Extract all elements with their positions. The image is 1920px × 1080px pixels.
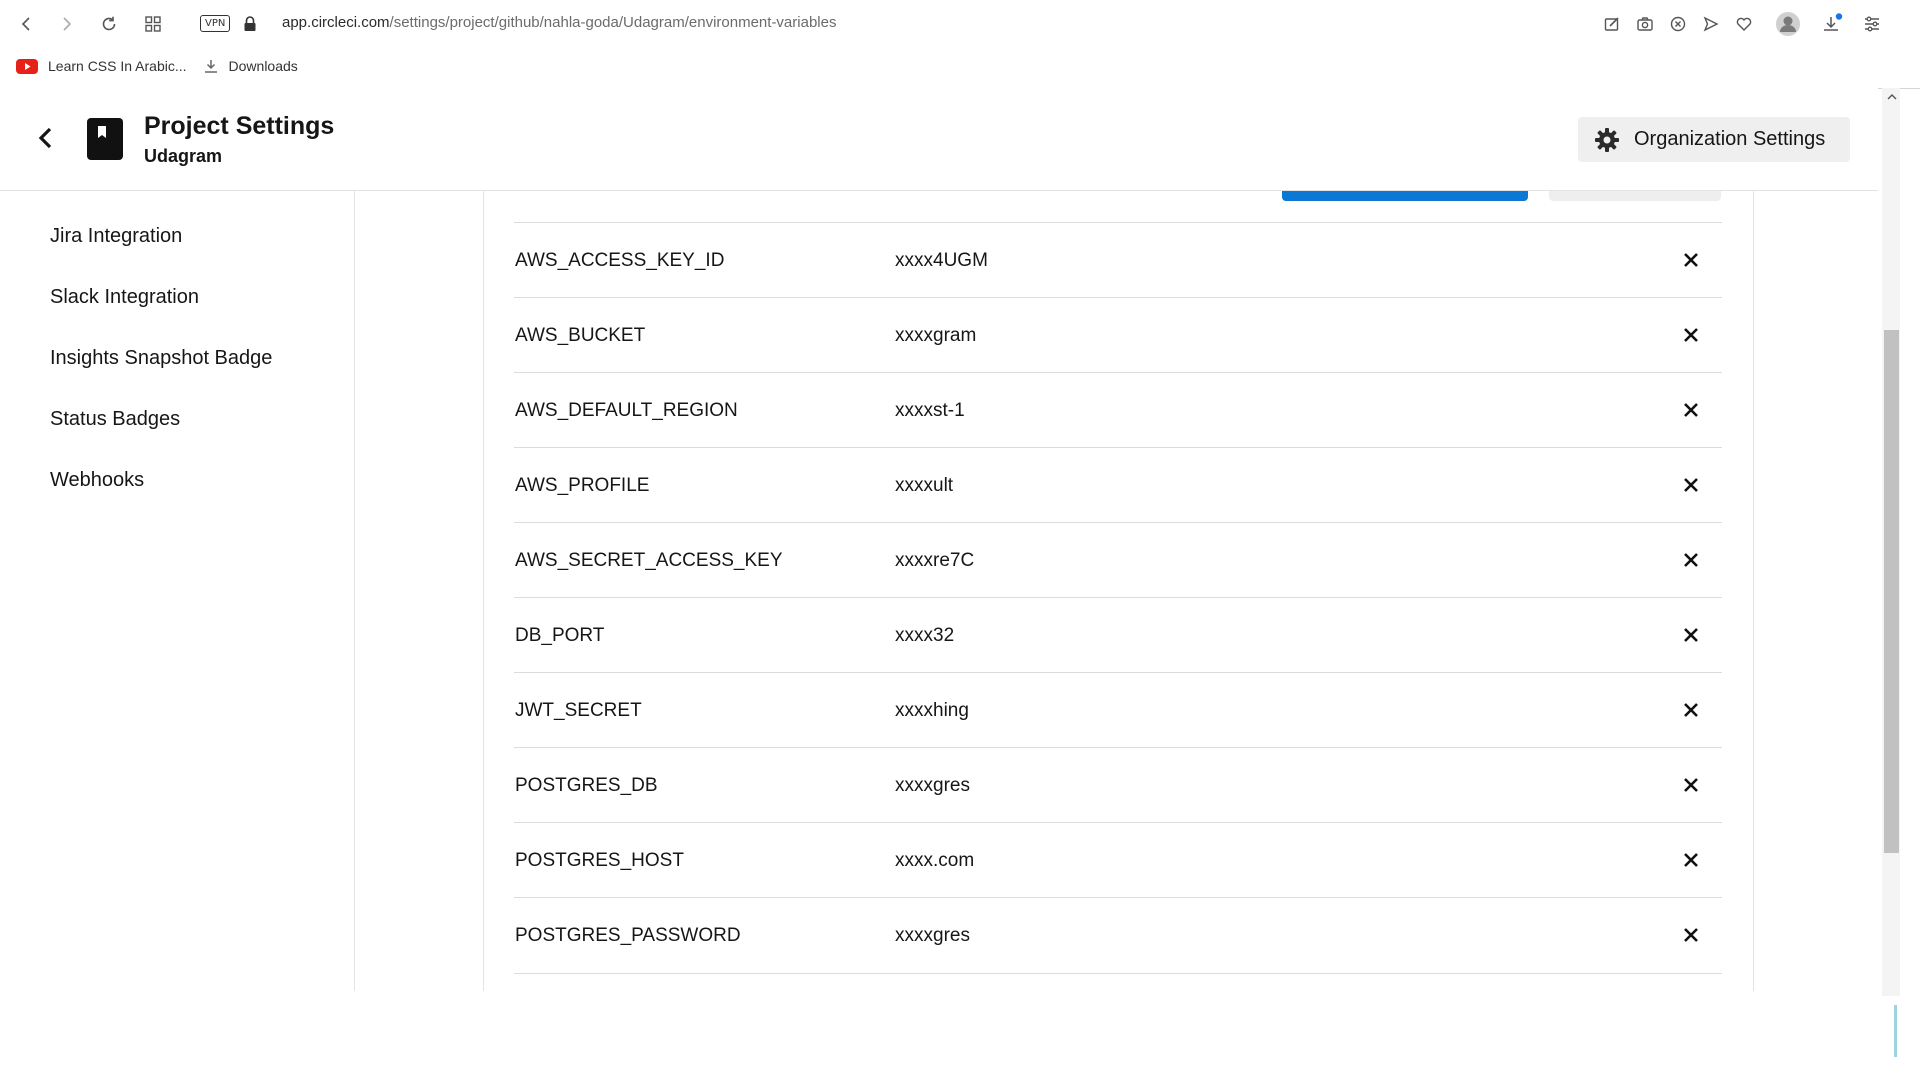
bookmark-item[interactable]: Learn CSS In Arabic... (16, 58, 187, 74)
page-title: Project Settings (144, 112, 335, 140)
sidebar-item-slack-integration[interactable]: Slack Integration (50, 286, 199, 309)
forward-arrow-icon[interactable] (53, 10, 81, 38)
env-var-value: xxxxult (895, 475, 954, 496)
env-var-name: POSTGRES_HOST (515, 850, 684, 871)
bookmark-label: Learn CSS In Arabic... (48, 58, 187, 74)
project-bookmark-icon (87, 118, 123, 160)
table-row: POSTGRES_DB xxxxgres (514, 747, 1722, 823)
env-var-value: xxxxgres (895, 925, 970, 946)
snapshot-edit-icon[interactable] (1598, 10, 1626, 38)
env-var-value: xxxx32 (895, 625, 955, 646)
organization-settings-button[interactable]: Organization Settings (1578, 117, 1850, 162)
table-row: POSTGRES_PASSWORD xxxxgres (514, 897, 1722, 973)
download-icon (203, 58, 219, 74)
bookmark-label: Downloads (228, 58, 298, 74)
profile-avatar-icon[interactable] (1774, 10, 1802, 38)
url-path: /settings/project/github/nahla-goda/Udag… (389, 14, 837, 31)
project-name: Udagram (144, 146, 223, 166)
downloads-icon[interactable] (1818, 10, 1846, 38)
table-row: AWS_SECRET_ACCESS_KEY xxxxre7C (514, 522, 1722, 598)
import-variables-button[interactable] (1549, 191, 1721, 201)
table-divider (514, 973, 1722, 974)
youtube-icon (16, 58, 38, 74)
env-var-value: xxxxgram (895, 325, 977, 346)
delete-x-icon[interactable] (1678, 397, 1704, 423)
table-row: DB_PORT xxxx32 (514, 597, 1722, 673)
ad-block-icon[interactable] (1664, 10, 1692, 38)
lock-icon[interactable] (236, 10, 264, 38)
back-arrow-icon[interactable] (12, 10, 40, 38)
sidebar-item-status-badges[interactable]: Status Badges (50, 408, 180, 431)
table-row: AWS_BUCKET xxxxgram (514, 297, 1722, 373)
sidebar-item-jira-integration[interactable]: Jira Integration (50, 225, 182, 248)
bookmarks-bar: Learn CSS In Arabic... Downloads (0, 52, 298, 80)
organization-settings-label: Organization Settings (1634, 128, 1826, 150)
env-var-value: xxxxre7C (895, 550, 975, 571)
scrollbar-thumb[interactable] (1884, 330, 1899, 853)
app-header: Project Settings Udagram Organization Se… (0, 88, 1878, 191)
env-var-name: AWS_BUCKET (515, 325, 646, 346)
easy-setup-icon[interactable] (1858, 10, 1886, 38)
delete-x-icon[interactable] (1678, 622, 1704, 648)
browser-toolbar: VPN app.circleci.com/settings/project/gi… (0, 0, 1920, 89)
env-var-name: DB_PORT (515, 625, 605, 646)
table-row: AWS_DEFAULT_REGION xxxxst-1 (514, 372, 1722, 448)
gear-icon (1594, 127, 1620, 153)
env-var-name: AWS_PROFILE (515, 475, 650, 496)
bookmark-item[interactable]: Downloads (203, 58, 298, 74)
vpn-badge[interactable]: VPN (200, 15, 231, 32)
url-domain: app.circleci.com (282, 14, 390, 31)
delete-x-icon[interactable] (1678, 922, 1704, 948)
delete-x-icon[interactable] (1678, 247, 1704, 273)
delete-x-icon[interactable] (1678, 847, 1704, 873)
env-var-name: POSTGRES_PASSWORD (515, 925, 741, 946)
reload-icon[interactable] (95, 10, 123, 38)
delete-x-icon[interactable] (1678, 472, 1704, 498)
env-var-value: xxxx4UGM (895, 250, 988, 271)
scroll-up-arrow-icon[interactable] (1884, 90, 1899, 104)
env-var-value: xxxxhing (895, 700, 969, 721)
env-var-name: JWT_SECRET (515, 700, 642, 721)
camera-icon[interactable] (1631, 10, 1659, 38)
send-icon[interactable] (1697, 10, 1725, 38)
table-row: POSTGRES_HOST xxxx.com (514, 822, 1722, 898)
table-row: AWS_PROFILE xxxxult (514, 447, 1722, 523)
delete-x-icon[interactable] (1678, 772, 1704, 798)
settings-sidebar: Jira Integration Slack Integration Insig… (0, 191, 355, 991)
delete-x-icon[interactable] (1678, 697, 1704, 723)
env-var-name: AWS_DEFAULT_REGION (515, 400, 738, 421)
tabs-grid-icon[interactable] (139, 10, 167, 38)
heart-icon[interactable] (1730, 10, 1758, 38)
table-row: AWS_ACCESS_KEY_ID xxxx4UGM (514, 222, 1722, 298)
sidebar-item-webhooks[interactable]: Webhooks (50, 469, 144, 492)
blank-area (0, 996, 1920, 1080)
env-var-name: POSTGRES_DB (515, 775, 658, 796)
env-var-name: AWS_SECRET_ACCESS_KEY (515, 550, 783, 571)
env-var-value: xxxx.com (895, 850, 975, 871)
back-chevron-icon[interactable] (32, 124, 60, 152)
env-var-value: xxxxst-1 (895, 400, 965, 421)
address-bar[interactable]: app.circleci.com/settings/project/github… (282, 14, 836, 31)
delete-x-icon[interactable] (1678, 322, 1704, 348)
delete-x-icon[interactable] (1678, 547, 1704, 573)
add-environment-variable-button[interactable] (1282, 191, 1528, 201)
env-var-value: xxxxgres (895, 775, 970, 796)
sidebar-item-insights-snapshot-badge[interactable]: Insights Snapshot Badge (50, 347, 272, 370)
edge-marker (1894, 1005, 1897, 1057)
env-var-name: AWS_ACCESS_KEY_ID (515, 250, 725, 271)
table-row: JWT_SECRET xxxxhing (514, 672, 1722, 748)
